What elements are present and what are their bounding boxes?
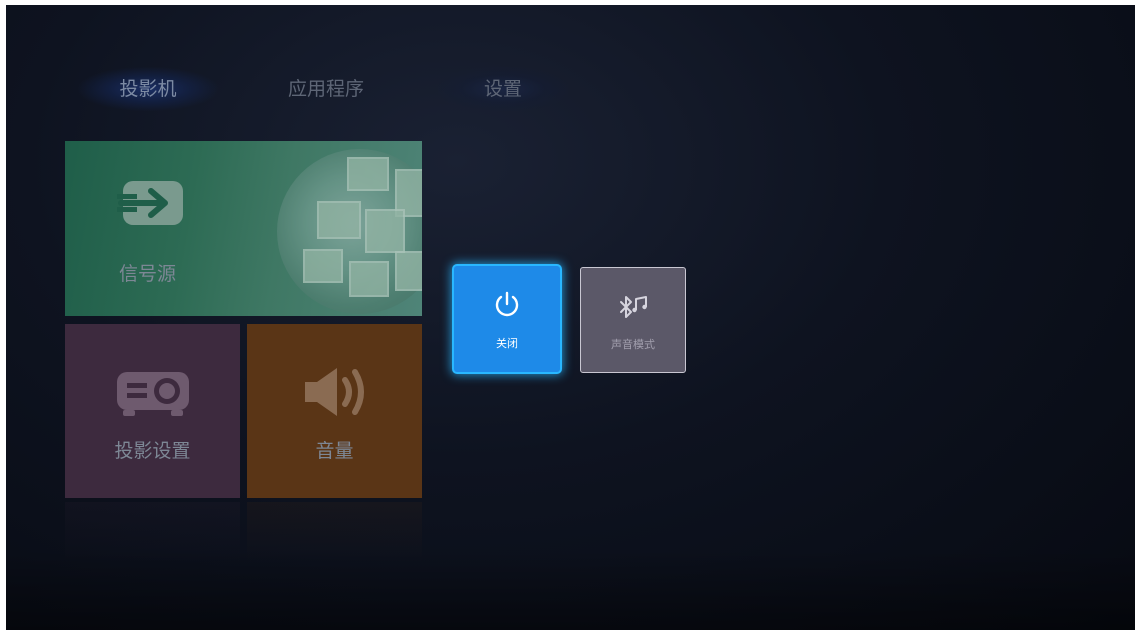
tile-volume-label: 音量 (315, 440, 354, 462)
tile-volume[interactable]: 音量 (247, 324, 422, 498)
projector-icon (117, 372, 189, 416)
tab-settings[interactable]: 设置 (438, 67, 568, 111)
bluetooth-music-icon (620, 296, 647, 318)
tv-screen: 投影机 应用程序 设置 信号源 投影设置 音量 关闭 声音模式 (6, 5, 1135, 630)
power-off-button[interactable]: 关闭 (454, 266, 560, 372)
tile-input-source[interactable]: 信号源 (65, 141, 422, 316)
top-tab-bar: 投影机 应用程序 设置 (6, 67, 706, 111)
tab-applications[interactable]: 应用程序 (256, 67, 396, 111)
tile-reflection (65, 502, 240, 562)
tile-input-source-label: 信号源 (119, 263, 177, 285)
tile-projection-settings[interactable]: 投影设置 (65, 324, 240, 498)
media-globe-image (277, 149, 422, 314)
sound-mode-label: 声音模式 (611, 338, 655, 351)
tile-reflection (247, 502, 422, 562)
tile-projection-settings-label: 投影设置 (114, 440, 191, 462)
tab-projector[interactable]: 投影机 (78, 67, 218, 111)
input-arrow-icon (117, 181, 183, 225)
power-off-label: 关闭 (496, 337, 518, 350)
power-icon (495, 291, 519, 317)
sound-mode-button[interactable]: 声音模式 (580, 267, 686, 373)
speaker-icon (305, 368, 364, 416)
